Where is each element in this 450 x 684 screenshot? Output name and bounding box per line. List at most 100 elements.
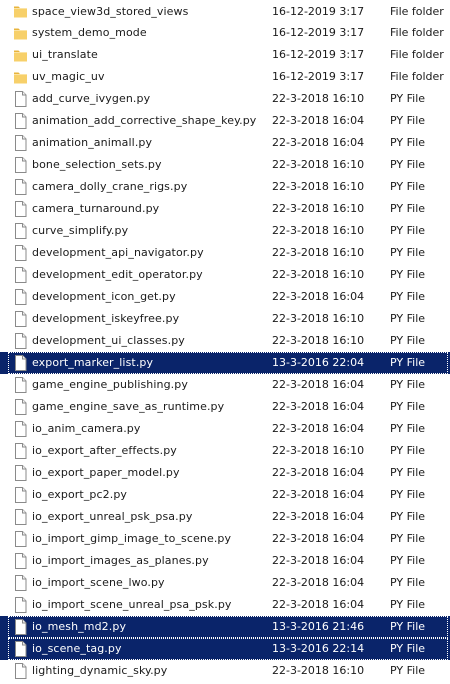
file-row[interactable]: development_icon_get.py 22-3-2018 16:04 PY… [0, 286, 450, 308]
file-type: PY File [390, 312, 426, 325]
file-row[interactable]: game_engine_save_as_runtime.py 22-3-2018 … [0, 396, 450, 418]
file-name: io_import_gimp_image_to_scene.py [32, 532, 232, 545]
date-modified: 22-3-2018 16:10 [272, 246, 365, 259]
date-modified: 22-3-2018 16:04 [272, 598, 365, 611]
file-type: PY File [390, 620, 426, 633]
file-type: PY File [390, 422, 426, 435]
file-type: PY File [390, 510, 426, 523]
file-name: io_anim_camera.py [32, 422, 141, 435]
file-row[interactable]: uv_magic_uv 16-12-2019 3:17 File folder [0, 66, 450, 88]
file-type: PY File [390, 136, 426, 149]
file-icon [13, 465, 28, 481]
date-modified: 22-3-2018 16:04 [272, 378, 365, 391]
date-modified: 22-3-2018 16:10 [272, 158, 365, 171]
file-row[interactable]: io_import_gimp_image_to_scene.py 22-3-201… [0, 528, 450, 550]
file-name: camera_turnaround.py [32, 202, 160, 215]
file-row[interactable]: development_iskeyfree.py 22-3-2018 16:10 P… [0, 308, 450, 330]
file-row[interactable]: io_export_unreal_psk_psa.py 22-3-2018 16:… [0, 506, 450, 528]
file-row[interactable]: development_edit_operator.py 22-3-2018 16… [0, 264, 450, 286]
date-modified: 16-12-2019 3:17 [272, 5, 365, 18]
file-row[interactable]: io_mesh_md2.py 13-3-2016 21:46 PY File [0, 616, 450, 638]
file-icon [13, 487, 28, 503]
date-modified: 22-3-2018 16:10 [272, 334, 365, 347]
date-modified: 22-3-2018 16:04 [272, 510, 365, 523]
file-icon [13, 663, 28, 679]
file-row[interactable]: animation_animall.py 22-3-2018 16:04 PY Fi… [0, 132, 450, 154]
file-row[interactable]: development_ui_classes.py 22-3-2018 16:10… [0, 330, 450, 352]
file-type: PY File [390, 246, 426, 259]
file-icon [13, 201, 28, 217]
date-modified: 16-12-2019 3:17 [272, 70, 365, 83]
file-icon [13, 91, 28, 107]
file-icon [13, 179, 28, 195]
file-type: PY File [390, 224, 426, 237]
file-row[interactable]: game_engine_publishing.py 22-3-2018 16:04… [0, 374, 450, 396]
file-type: PY File [390, 202, 426, 215]
file-type: PY File [390, 356, 426, 369]
file-icon [13, 311, 28, 327]
date-modified: 22-3-2018 16:04 [272, 466, 365, 479]
file-row[interactable]: camera_turnaround.py 22-3-2018 16:10 PY Fi… [0, 198, 450, 220]
date-modified: 22-3-2018 16:04 [272, 532, 365, 545]
date-modified: 22-3-2018 16:10 [272, 664, 365, 677]
file-name: io_export_after_effects.py [32, 444, 177, 457]
date-modified: 22-3-2018 16:10 [272, 180, 365, 193]
file-type: PY File [390, 158, 426, 171]
file-name: development_edit_operator.py [32, 268, 203, 281]
file-name: development_ui_classes.py [32, 334, 185, 347]
file-name: uv_magic_uv [32, 70, 105, 83]
file-name: io_export_unreal_psk_psa.py [32, 510, 193, 523]
file-type: PY File [390, 290, 426, 303]
file-row[interactable]: io_export_after_effects.py 22-3-2018 16:1… [0, 440, 450, 462]
file-row[interactable]: development_api_navigator.py 22-3-2018 16… [0, 242, 450, 264]
file-name: lighting_dynamic_sky.py [32, 664, 168, 677]
file-name: io_import_scene_unreal_psa_psk.py [32, 598, 232, 611]
file-row[interactable]: io_anim_camera.py 22-3-2018 16:04 PY File [0, 418, 450, 440]
file-icon [13, 597, 28, 613]
file-type: PY File [390, 532, 426, 545]
file-type: PY File [390, 554, 426, 567]
date-modified: 22-3-2018 16:04 [272, 576, 365, 589]
file-row[interactable]: camera_dolly_crane_rigs.py 22-3-2018 16:1… [0, 176, 450, 198]
file-row[interactable]: curve_simplify.py 22-3-2018 16:10 PY File [0, 220, 450, 242]
file-row[interactable]: io_scene_tag.py 13-3-2016 22:14 PY File [0, 638, 450, 660]
file-icon [13, 377, 28, 393]
folder-icon [13, 25, 28, 41]
file-icon [13, 509, 28, 525]
file-row[interactable]: space_view3d_stored_views 16-12-2019 3:17… [0, 1, 450, 22]
file-row[interactable]: io_import_images_as_planes.py 22-3-2018 1… [0, 550, 450, 572]
file-row[interactable]: add_curve_ivygen.py 22-3-2018 16:10 PY Fil… [0, 88, 450, 110]
date-modified: 22-3-2018 16:10 [272, 444, 365, 457]
file-row[interactable]: lighting_dynamic_sky.py 22-3-2018 16:10 PY… [0, 660, 450, 682]
file-type: PY File [390, 92, 426, 105]
file-row[interactable]: export_marker_list.py 13-3-2016 22:04 PY F… [0, 352, 450, 374]
file-row[interactable]: ui_translate 16-12-2019 3:17 File folder [0, 44, 450, 66]
file-icon [13, 289, 28, 305]
file-type: File folder [390, 5, 444, 18]
file-icon [13, 223, 28, 239]
date-modified: 22-3-2018 16:04 [272, 400, 365, 413]
date-modified: 13-3-2016 22:14 [272, 642, 365, 655]
file-row[interactable]: animation_add_corrective_shape_key.py 22-… [0, 110, 450, 132]
file-name: io_scene_tag.py [32, 642, 122, 655]
file-name: development_icon_get.py [32, 290, 176, 303]
file-type: PY File [390, 466, 426, 479]
file-icon [13, 619, 28, 635]
date-modified: 22-3-2018 16:04 [272, 488, 365, 501]
folder-icon [13, 69, 28, 85]
date-modified: 16-12-2019 3:17 [272, 26, 365, 39]
file-name: bone_selection_sets.py [32, 158, 162, 171]
file-row[interactable]: system_demo_mode 16-12-2019 3:17 File fold… [0, 22, 450, 44]
file-type: PY File [390, 598, 426, 611]
date-modified: 22-3-2018 16:10 [272, 312, 365, 325]
file-name: io_mesh_md2.py [32, 620, 127, 633]
date-modified: 22-3-2018 16:10 [272, 224, 365, 237]
file-row[interactable]: io_import_scene_lwo.py 22-3-2018 16:04 PY … [0, 572, 450, 594]
file-row[interactable]: io_export_paper_model.py 22-3-2018 16:04 P… [0, 462, 450, 484]
file-row[interactable]: bone_selection_sets.py 22-3-2018 16:10 PY … [0, 154, 450, 176]
file-row[interactable]: io_import_scene_unreal_psa_psk.py 22-3-20… [0, 594, 450, 616]
file-name: game_engine_publishing.py [32, 378, 188, 391]
file-row[interactable]: io_export_pc2.py 22-3-2018 16:04 PY File [0, 484, 450, 506]
date-modified: 22-3-2018 16:10 [272, 268, 365, 281]
date-modified: 22-3-2018 16:04 [272, 290, 365, 303]
